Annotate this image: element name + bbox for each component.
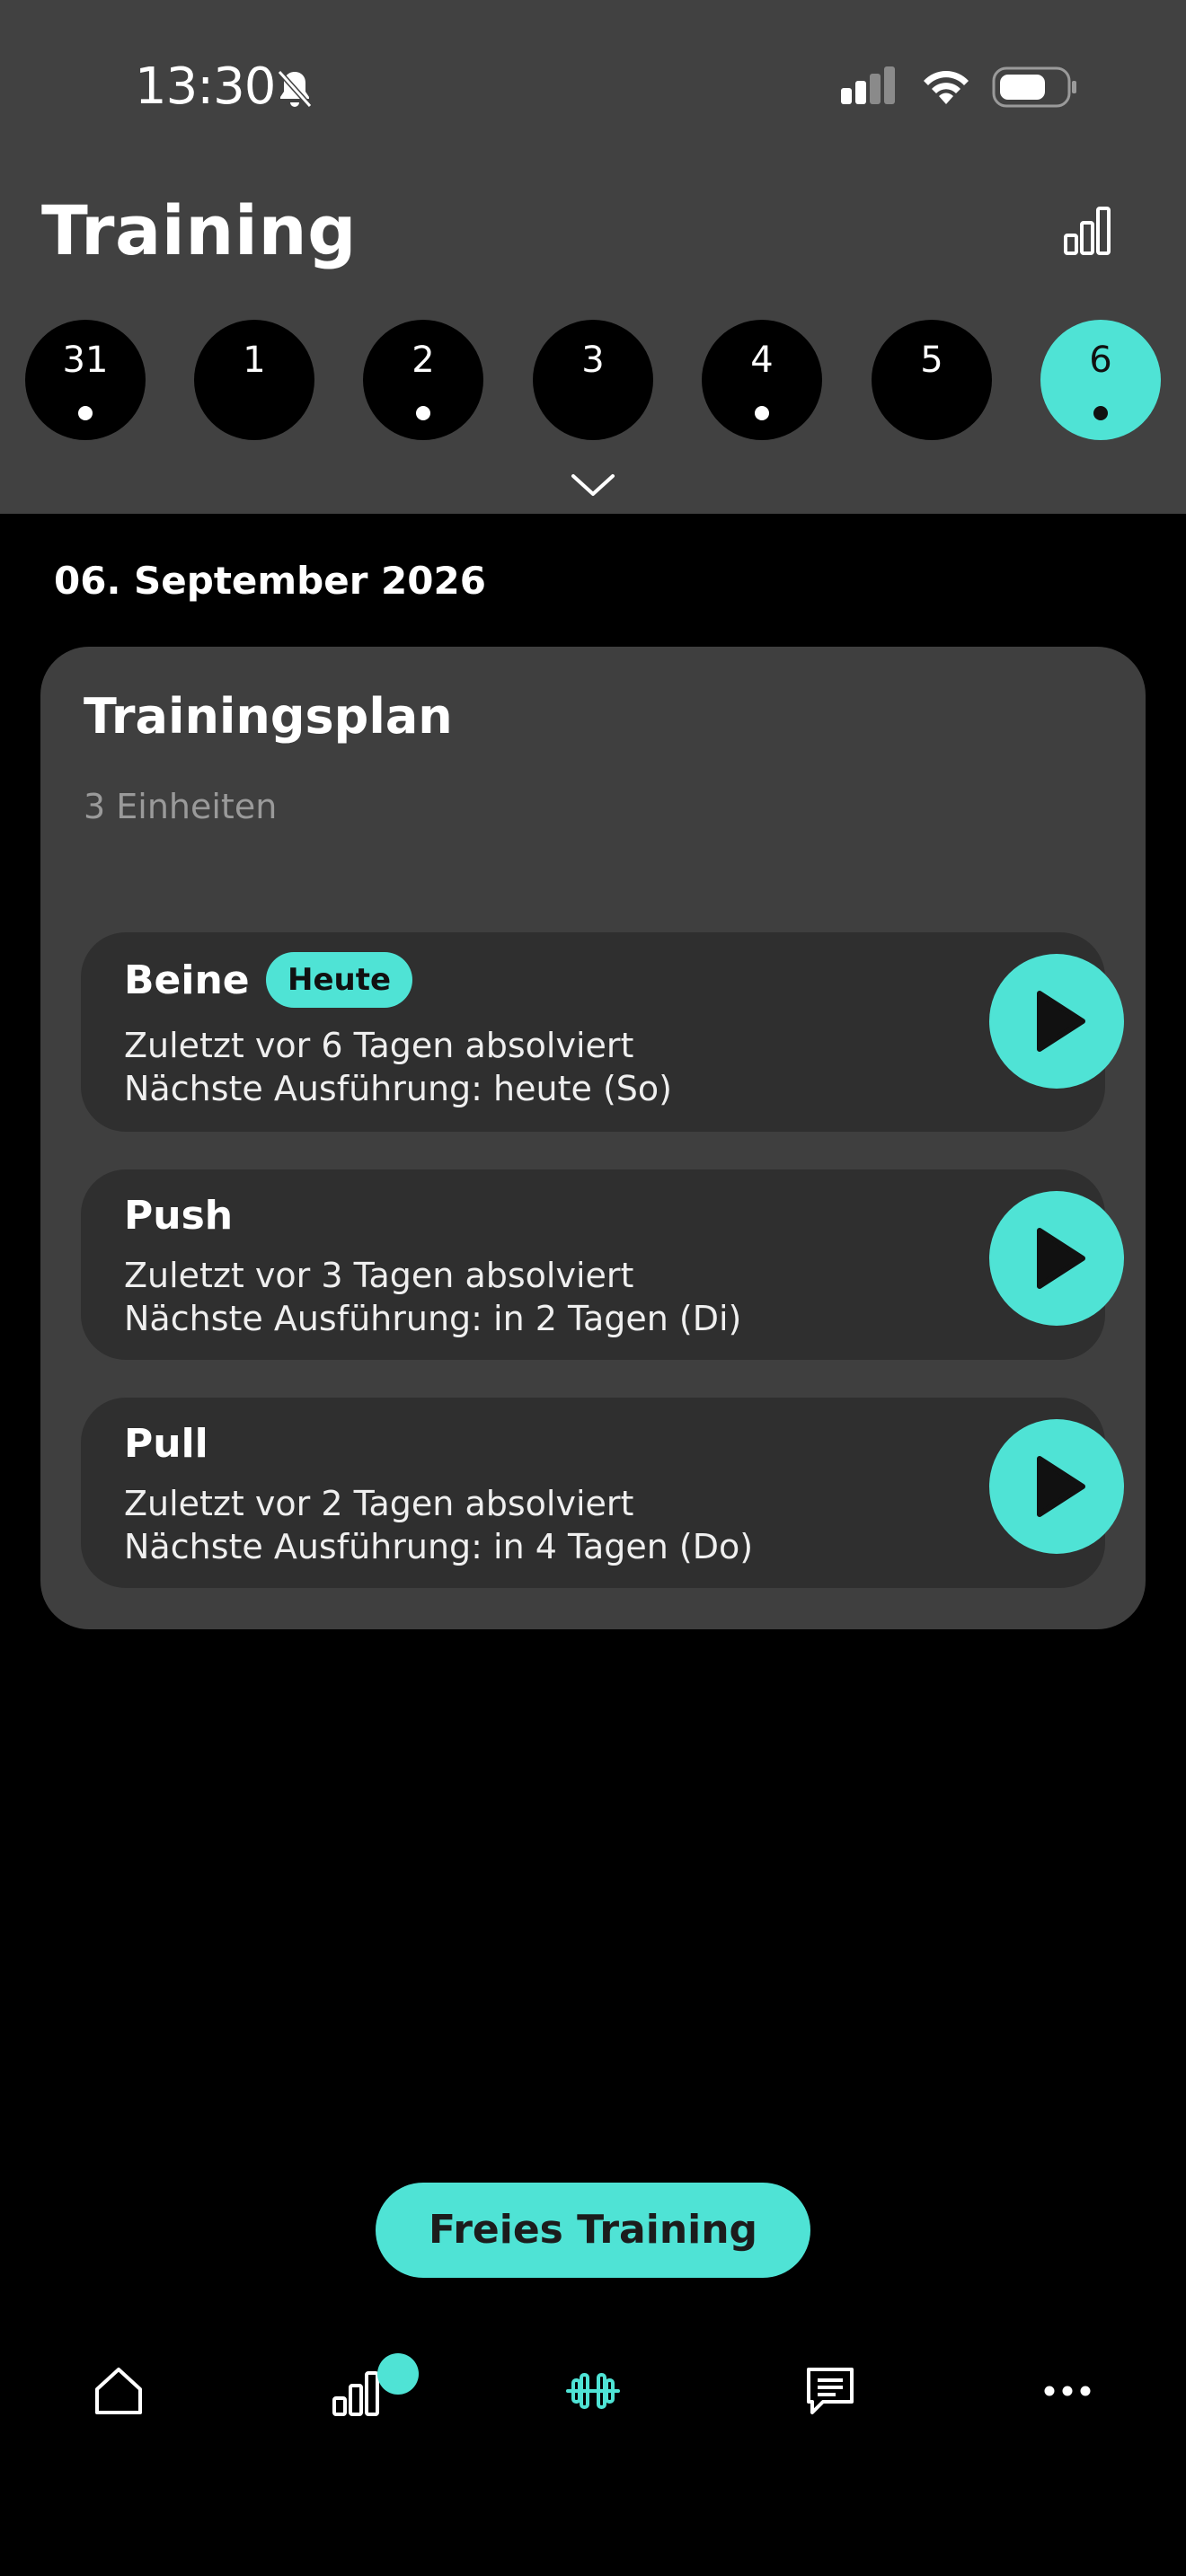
session-last-done: Zuletzt vor 2 Tagen absolviert: [124, 1484, 634, 1523]
day-number: 4: [750, 340, 774, 381]
session-next: Nächste Ausführung: in 4 Tagen (Do): [124, 1527, 754, 1566]
today-badge: Heute: [266, 952, 413, 1008]
notification-dot: [377, 2353, 419, 2395]
tab-stats[interactable]: [293, 2335, 419, 2461]
play-button[interactable]: [989, 1419, 1124, 1554]
plan-subtitle: 3 Einheiten: [84, 787, 278, 826]
session-next: Nächste Ausführung: in 2 Tagen (Di): [124, 1299, 742, 1338]
battery-icon: [992, 66, 1076, 108]
day-item-selected[interactable]: 6: [1040, 320, 1161, 440]
session-last-done: Zuletzt vor 6 Tagen absolviert: [124, 1026, 634, 1065]
day-item[interactable]: 2: [363, 320, 483, 440]
play-button[interactable]: [989, 1191, 1124, 1326]
date-heading: 06. September 2026: [54, 559, 486, 603]
free-training-button[interactable]: Freies Training: [376, 2183, 810, 2278]
bottom-tab-bar: [0, 2335, 1186, 2461]
play-icon: [1037, 991, 1085, 1052]
tab-more[interactable]: [1005, 2335, 1130, 2461]
day-indicator-dot: [416, 406, 430, 420]
day-indicator-dot: [1093, 406, 1108, 420]
tab-training[interactable]: [530, 2335, 656, 2461]
session-card-beine[interactable]: Beine Heute Zuletzt vor 6 Tagen absolvie…: [81, 932, 1124, 1132]
session-name: Push: [124, 1193, 234, 1239]
session-name: Beine: [124, 957, 250, 1003]
header: 13:30 Training 31 1 2 3 4 5 6: [0, 0, 1186, 514]
training-plan-card: Trainingsplan 3 Einheiten Beine Heute Zu…: [40, 647, 1146, 1629]
play-icon: [1037, 1456, 1085, 1517]
plan-title: Trainingsplan: [84, 688, 453, 745]
wifi-icon: [924, 71, 969, 104]
day-selector: 31 1 2 3 4 5 6: [0, 320, 1186, 440]
bell-muted-icon: [277, 69, 313, 109]
day-number: 2: [412, 340, 435, 381]
day-indicator-dot: [755, 406, 769, 420]
day-number: 3: [581, 340, 605, 381]
day-item[interactable]: 5: [872, 320, 992, 440]
day-indicator-dot: [78, 406, 93, 420]
page-title: Training: [41, 190, 357, 270]
status-bar: 13:30: [0, 0, 1186, 171]
dumbbell-icon: [566, 2373, 620, 2409]
day-item[interactable]: 31: [25, 320, 146, 440]
session-card-pull[interactable]: Pull Zuletzt vor 2 Tagen absolviert Näch…: [81, 1398, 1124, 1588]
day-number: 1: [243, 340, 266, 381]
more-icon: [1044, 2386, 1091, 2396]
cellular-signal-icon: [841, 66, 895, 104]
session-name: Pull: [124, 1421, 208, 1467]
tab-messages[interactable]: [767, 2335, 893, 2461]
play-icon: [1037, 1228, 1085, 1289]
session-card-push[interactable]: Push Zuletzt vor 3 Tagen absolviert Näch…: [81, 1169, 1124, 1360]
status-time: 13:30: [135, 57, 276, 116]
day-number: 6: [1089, 340, 1112, 381]
day-item[interactable]: 3: [533, 320, 653, 440]
day-item[interactable]: 4: [702, 320, 822, 440]
session-last-done: Zuletzt vor 3 Tagen absolviert: [124, 1256, 634, 1295]
day-number: 5: [920, 340, 943, 381]
home-icon: [95, 2368, 142, 2414]
session-next: Nächste Ausführung: heute (So): [124, 1069, 672, 1108]
play-button[interactable]: [989, 954, 1124, 1089]
day-item[interactable]: 1: [194, 320, 314, 440]
tab-home[interactable]: [56, 2335, 181, 2461]
bar-chart-icon[interactable]: [1060, 203, 1114, 257]
chat-icon: [807, 2368, 854, 2414]
stats-icon: [332, 2371, 379, 2416]
chevron-down-icon[interactable]: [568, 469, 618, 501]
day-number: 31: [62, 340, 109, 381]
